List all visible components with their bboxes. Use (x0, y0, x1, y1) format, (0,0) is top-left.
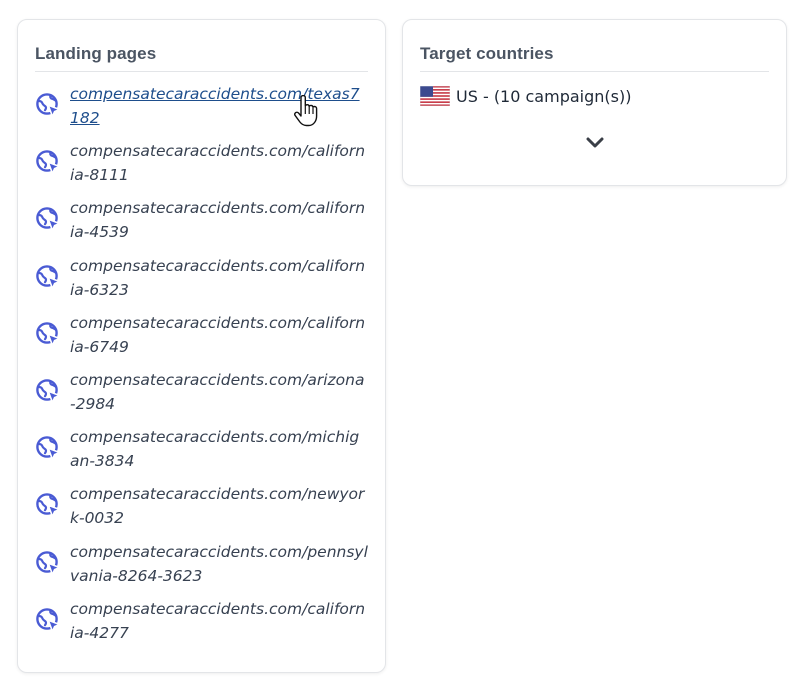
landing-page-link[interactable]: compensatecaraccidents.com/california-45… (70, 196, 368, 244)
expand-countries-button[interactable] (583, 133, 607, 153)
landing-page-link[interactable]: compensatecaraccidents.com/texas7182 (70, 82, 368, 130)
globe-pointer-icon (35, 378, 61, 404)
globe-pointer-icon (35, 321, 61, 347)
divider (35, 71, 368, 72)
country-label: US - (10 campaign(s)) (456, 86, 632, 106)
divider (420, 71, 769, 72)
list-item: compensatecaraccidents.com/california-42… (35, 597, 368, 654)
landing-page-link[interactable]: compensatecaraccidents.com/california-63… (70, 254, 368, 302)
target-countries-card: Target countries US - (10 campaign(s)) (402, 19, 787, 186)
list-item: compensatecaraccidents.com/pennsylvania-… (35, 540, 368, 597)
list-item: compensatecaraccidents.com/newyork-0032 (35, 482, 368, 539)
list-item: compensatecaraccidents.com/california-67… (35, 311, 368, 368)
target-countries-title: Target countries (420, 44, 554, 63)
list-item: compensatecaraccidents.com/california-81… (35, 139, 368, 196)
landing-page-link[interactable]: compensatecaraccidents.com/california-67… (70, 311, 368, 359)
globe-pointer-icon (35, 264, 61, 290)
list-item: compensatecaraccidents.com/california-45… (35, 196, 368, 253)
landing-page-link[interactable]: compensatecaraccidents.com/pennsylvania-… (70, 540, 368, 588)
landing-page-link[interactable]: compensatecaraccidents.com/california-42… (70, 597, 368, 645)
us-flag-icon (420, 86, 450, 106)
landing-pages-list: compensatecaraccidents.com/texas7182 com… (35, 82, 368, 654)
globe-pointer-icon (35, 550, 61, 576)
landing-page-link[interactable]: compensatecaraccidents.com/arizona-2984 (70, 368, 368, 416)
landing-pages-card: Landing pages compensatecaraccidents.com… (17, 19, 386, 673)
globe-pointer-icon (35, 435, 61, 461)
globe-pointer-icon (35, 492, 61, 518)
globe-pointer-icon (35, 607, 61, 633)
globe-pointer-icon (35, 206, 61, 232)
list-item: compensatecaraccidents.com/texas7182 (35, 82, 368, 139)
list-item: compensatecaraccidents.com/california-63… (35, 254, 368, 311)
landing-pages-title: Landing pages (35, 44, 157, 63)
list-item: compensatecaraccidents.com/michigan-3834 (35, 425, 368, 482)
landing-page-link[interactable]: compensatecaraccidents.com/newyork-0032 (70, 482, 368, 530)
globe-pointer-icon (35, 149, 61, 175)
landing-page-link[interactable]: compensatecaraccidents.com/california-81… (70, 139, 368, 187)
globe-pointer-icon (35, 92, 61, 118)
landing-page-link[interactable]: compensatecaraccidents.com/michigan-3834 (70, 425, 368, 473)
chevron-down-icon (586, 137, 604, 148)
list-item: compensatecaraccidents.com/arizona-2984 (35, 368, 368, 425)
country-row: US - (10 campaign(s)) (420, 84, 769, 108)
